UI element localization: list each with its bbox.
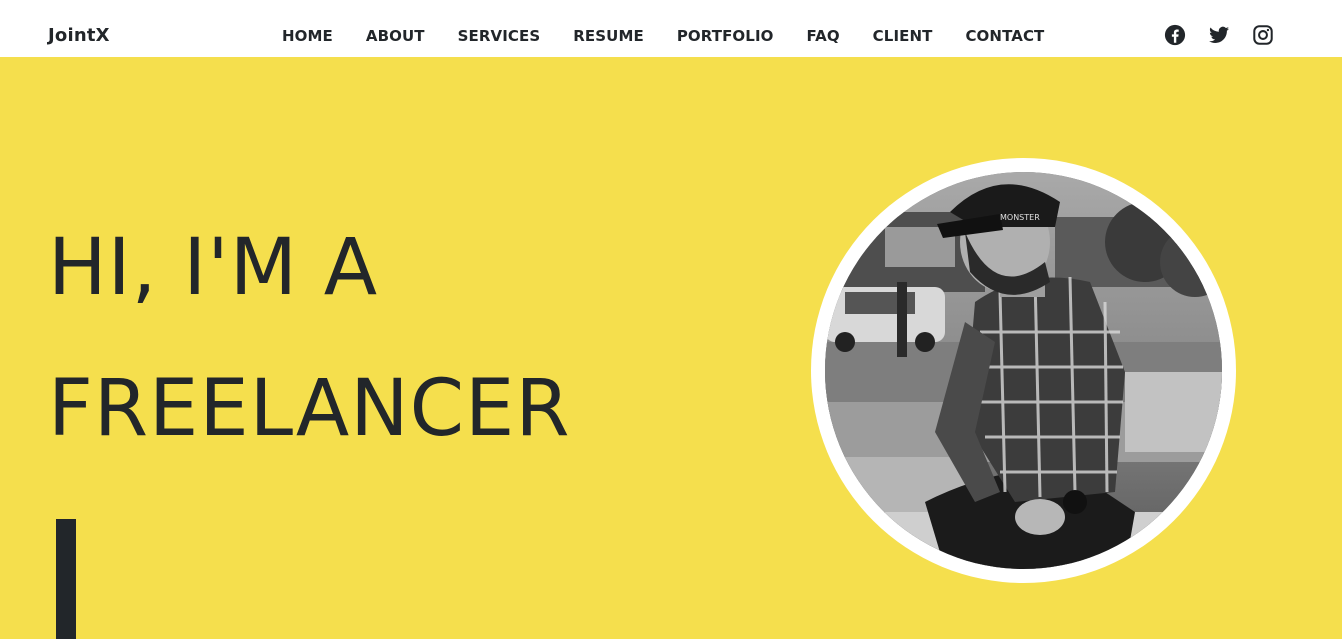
social-links (1164, 24, 1274, 46)
nav-item-about[interactable]: ABOUT (366, 26, 425, 46)
nav-item-contact[interactable]: CONTACT (965, 26, 1044, 46)
top-navbar: JointX HOME ABOUT SERVICES RESUME PORTFO… (0, 0, 1342, 57)
nav-item-faq[interactable]: FAQ (806, 26, 839, 46)
nav-item-services[interactable]: SERVICES (458, 26, 541, 46)
facebook-icon[interactable] (1164, 24, 1186, 46)
nav-menu: HOME ABOUT SERVICES RESUME PORTFOLIO FAQ… (282, 26, 1044, 46)
nav-item-home[interactable]: HOME (282, 26, 333, 46)
twitter-icon[interactable] (1208, 24, 1230, 46)
cap-logo-text: MONSTER (1000, 213, 1040, 222)
brand-logo[interactable]: JointX (48, 24, 110, 48)
profile-photo: MONSTER (825, 172, 1222, 569)
nav-item-portfolio[interactable]: PORTFOLIO (677, 26, 774, 46)
hero-heading-line2: FREELANCER (48, 364, 571, 454)
hero-section: HI, I'M A FREELANCER MONSTER (0, 57, 1342, 639)
typing-cursor (56, 519, 76, 639)
nav-item-resume[interactable]: RESUME (573, 26, 644, 46)
instagram-icon[interactable] (1252, 24, 1274, 46)
nav-item-client[interactable]: CLIENT (873, 26, 933, 46)
hero-heading-line1: HI, I'M A (48, 223, 379, 313)
profile-photo-frame: MONSTER (811, 158, 1236, 583)
